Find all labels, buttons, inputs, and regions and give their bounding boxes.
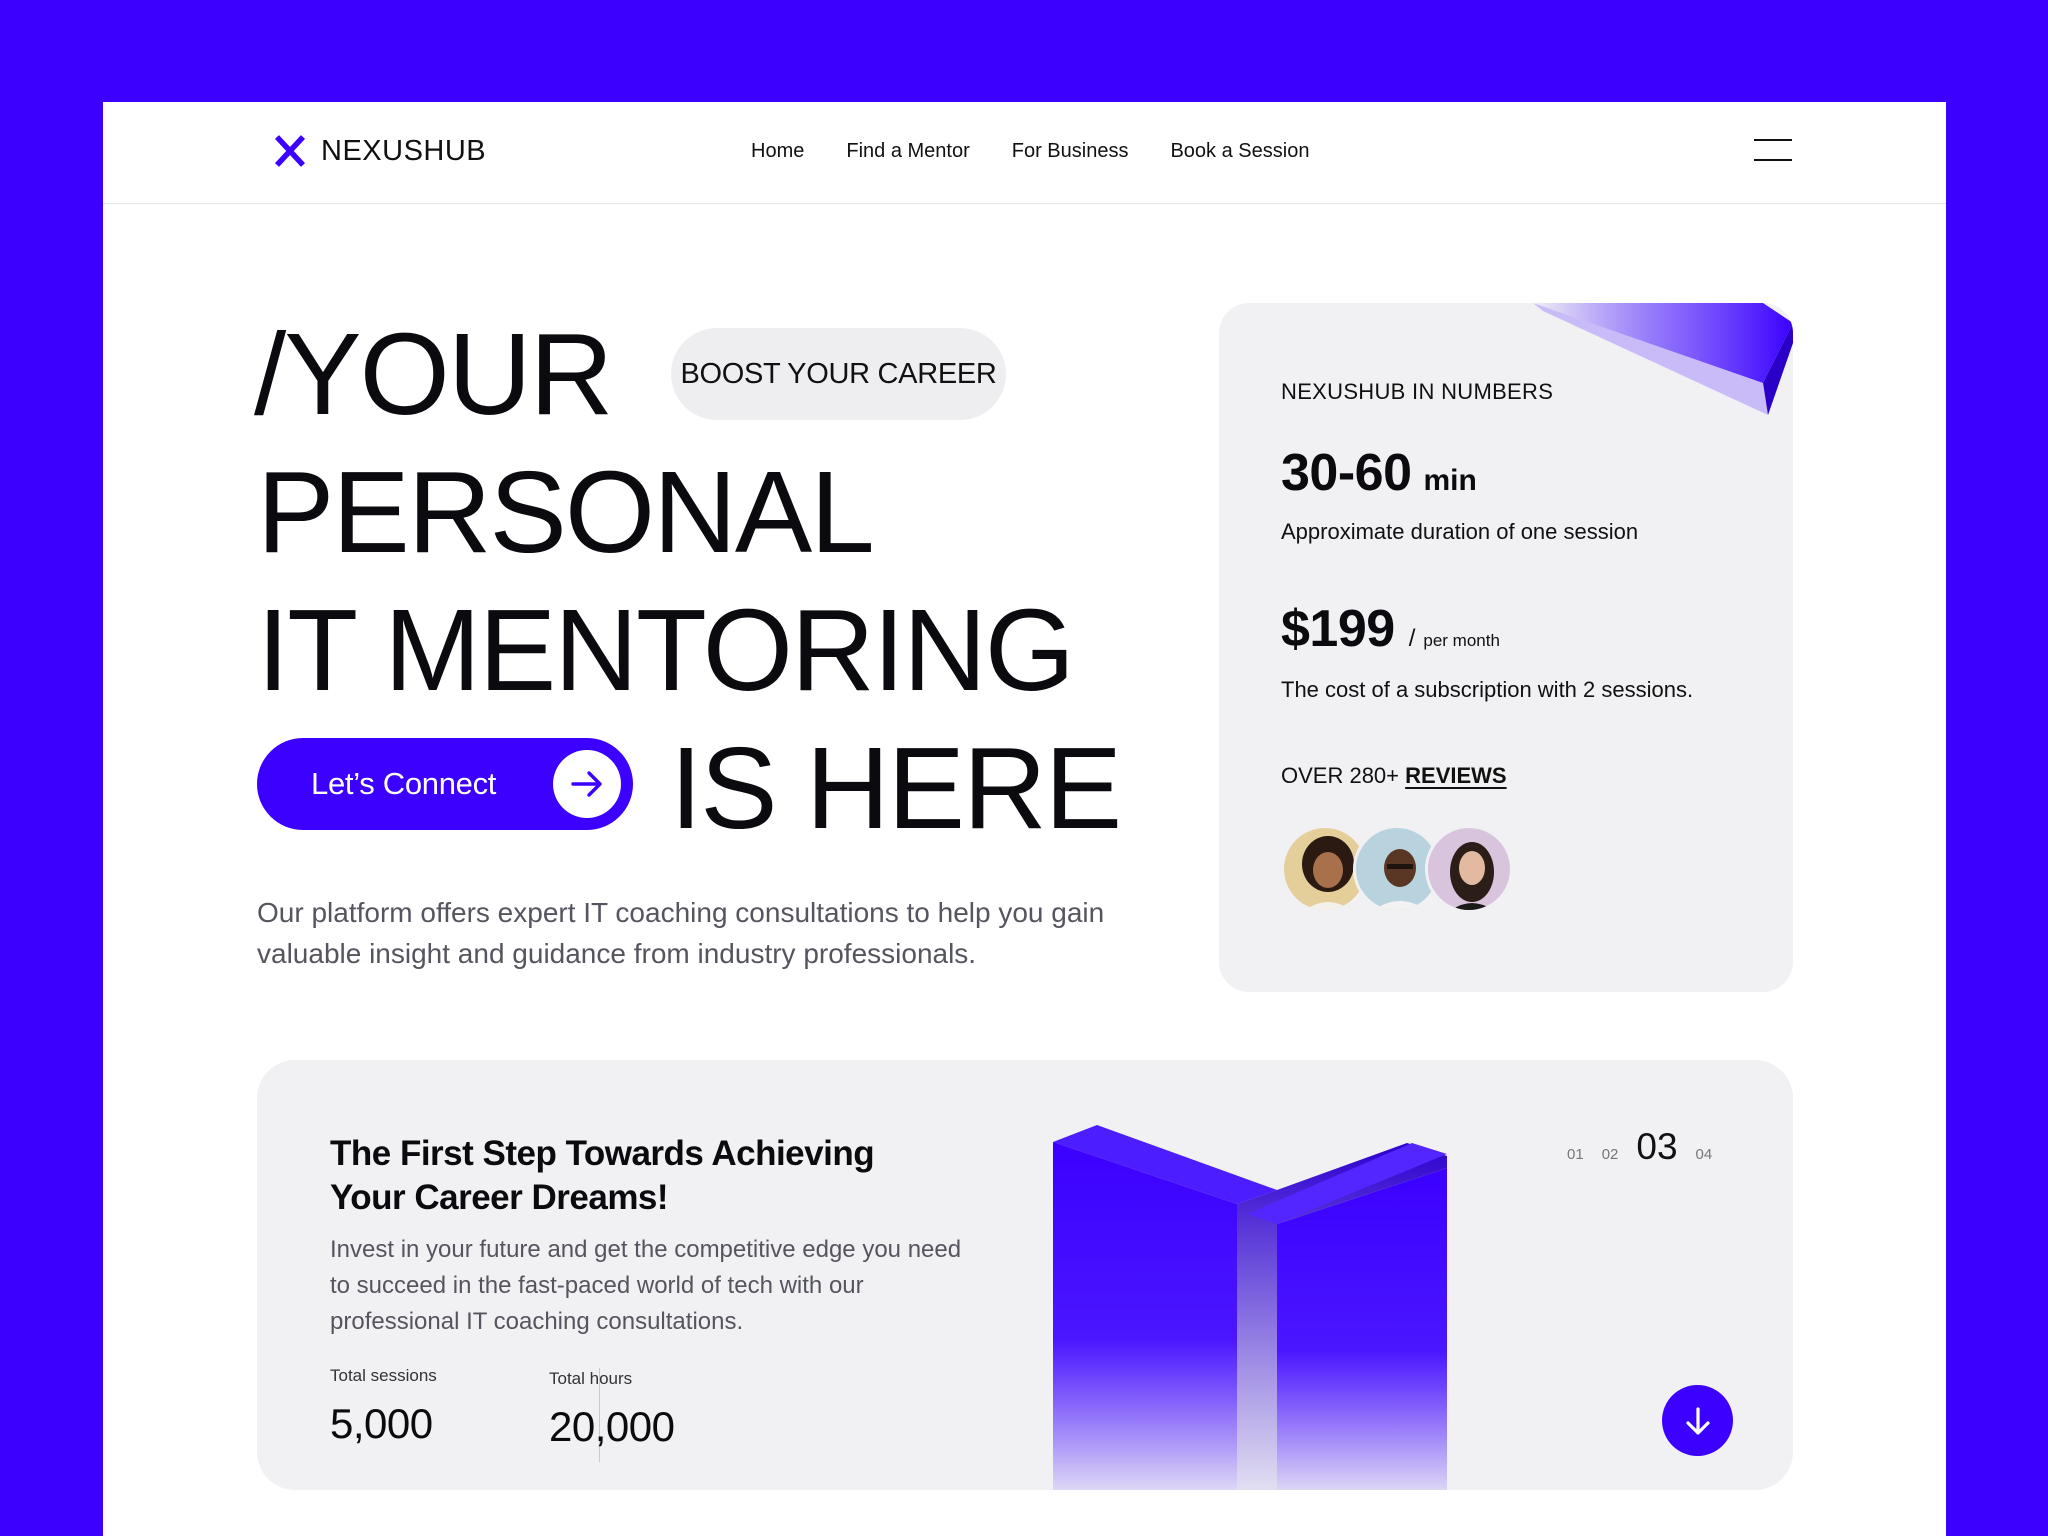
boost-career-badge: BOOST YOUR CAREER bbox=[671, 328, 1006, 420]
arrow-down-icon bbox=[1685, 1406, 1710, 1435]
decorative-3d-bar bbox=[1533, 303, 1793, 415]
logo[interactable]: NEXUSHUB bbox=[273, 134, 486, 168]
total-sessions-stat: Total sessions 5,000 bbox=[330, 1366, 437, 1448]
total-hours-label: Total hours bbox=[549, 1369, 633, 1388]
price-unit: per month bbox=[1423, 631, 1500, 650]
avatar[interactable] bbox=[1425, 825, 1513, 913]
reviews-count: OVER 280+ bbox=[1281, 763, 1400, 788]
slide-pager: 01 02 03 04 bbox=[1567, 1126, 1712, 1168]
total-hours-value: 20,000 bbox=[549, 1403, 675, 1450]
pager-item-03-active[interactable]: 03 bbox=[1636, 1126, 1677, 1168]
reviewer-avatars bbox=[1281, 825, 1513, 913]
main-nav: Home Find a Mentor For Business Book a S… bbox=[751, 140, 1309, 163]
duration-stat: 30-60 min bbox=[1281, 443, 1477, 503]
promo-title: The First Step Towards Achieving Your Ca… bbox=[330, 1134, 875, 1217]
numbers-card-title: NEXUSHUB IN NUMBERS bbox=[1281, 379, 1554, 404]
hero-heading-line-1: /YOUR bbox=[254, 309, 613, 439]
scroll-down-button[interactable] bbox=[1662, 1385, 1733, 1456]
decorative-3d-t-shape bbox=[1053, 1125, 1447, 1490]
duration-unit: min bbox=[1423, 464, 1477, 497]
promo-card: The First Step Towards Achieving Your Ca… bbox=[257, 1060, 1793, 1490]
hamburger-icon[interactable] bbox=[1754, 139, 1792, 161]
lets-connect-button[interactable]: Let’s Connect bbox=[257, 738, 633, 830]
hero-heading-line-3: IT MENTORING bbox=[257, 585, 1075, 715]
arrow-right-icon bbox=[553, 750, 621, 818]
price-description: The cost of a subscription with 2 sessio… bbox=[1281, 677, 1694, 702]
price-separator: / bbox=[1408, 625, 1416, 652]
nav-find-a-mentor[interactable]: Find a Mentor bbox=[846, 140, 969, 163]
lets-connect-label: Let’s Connect bbox=[311, 766, 497, 801]
total-sessions-label: Total sessions bbox=[330, 1366, 437, 1385]
nav-book-a-session[interactable]: Book a Session bbox=[1170, 140, 1309, 163]
nav-home[interactable]: Home bbox=[751, 140, 804, 163]
hero-heading-line-2: PERSONAL bbox=[257, 447, 875, 577]
total-hours-stat: Total hours 20,000 bbox=[549, 1369, 675, 1451]
promo-description: Invest in your future and get the compet… bbox=[330, 1236, 962, 1335]
pager-item-01[interactable]: 01 bbox=[1567, 1146, 1584, 1163]
duration-value: 30-60 bbox=[1281, 444, 1412, 502]
reviews-line: OVER 280+ REVIEWS bbox=[1281, 763, 1507, 789]
nexushub-x-logo-icon bbox=[274, 135, 306, 167]
price-value: $199 bbox=[1281, 600, 1395, 658]
pager-item-04[interactable]: 04 bbox=[1696, 1146, 1713, 1163]
total-sessions-value: 5,000 bbox=[330, 1400, 433, 1447]
numbers-card: NEXUSHUB IN NUMBERS 30-60 min Approximat… bbox=[1219, 303, 1793, 992]
hero-description: Our platform offers expert IT coaching c… bbox=[257, 897, 1105, 969]
page-frame: NEXUSHUB Home Find a Mentor For Business… bbox=[103, 102, 1946, 1536]
nav-for-business[interactable]: For Business bbox=[1012, 140, 1129, 163]
hero-heading-line-4: IS HERE bbox=[670, 723, 1122, 853]
reviews-link[interactable]: REVIEWS bbox=[1405, 763, 1506, 788]
price-stat: $199 / per month bbox=[1281, 599, 1500, 659]
duration-description: Approximate duration of one session bbox=[1281, 519, 1639, 544]
pager-item-02[interactable]: 02 bbox=[1602, 1146, 1619, 1163]
brand-name: NEXUSHUB bbox=[321, 134, 487, 167]
site-header: NEXUSHUB Home Find a Mentor For Business… bbox=[103, 102, 1946, 204]
